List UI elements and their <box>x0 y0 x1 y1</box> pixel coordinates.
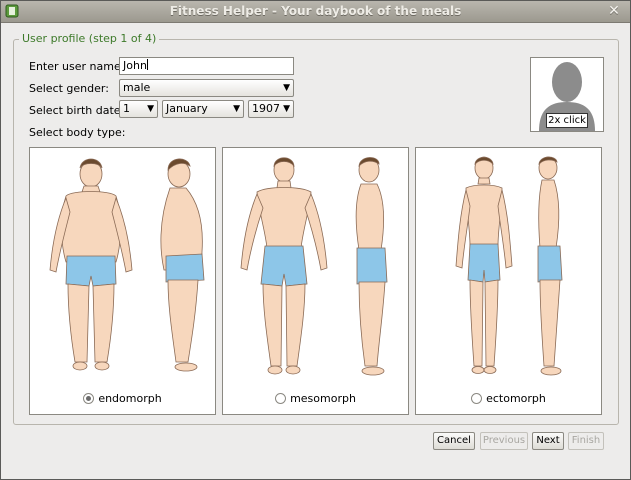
title-bar[interactable]: Fitness Helper - Your daybook of the mea… <box>1 1 630 23</box>
body-type-label-mesomorph: mesomorph <box>290 392 356 405</box>
radio-endomorph[interactable] <box>83 393 95 404</box>
username-label: Enter user name: <box>29 60 125 73</box>
body-type-label-ectomorph: ectomorph <box>486 392 546 405</box>
previous-button[interactable]: Previous <box>480 432 528 450</box>
radio-ectomorph[interactable] <box>471 393 483 404</box>
body-type-label: Select body type: <box>29 126 126 139</box>
chevron-down-icon: ▼ <box>233 104 240 114</box>
mesomorph-figure-icon <box>240 157 388 376</box>
finish-button[interactable]: Finish <box>568 432 604 450</box>
gender-value: male <box>123 81 151 94</box>
chevron-down-icon: ▼ <box>283 104 290 114</box>
radio-mesomorph[interactable] <box>275 393 287 404</box>
ectomorph-figure-icon <box>455 156 563 376</box>
photo-caption: 2x click <box>546 113 588 128</box>
body-type-label-endomorph: endomorph <box>98 392 162 405</box>
radio-row-ectomorph[interactable]: ectomorph <box>416 392 601 405</box>
birth-year-select[interactable]: 1907 ▼ <box>248 100 294 118</box>
gender-select[interactable]: male ▼ <box>119 79 294 97</box>
username-value: John <box>123 59 147 72</box>
radio-row-endomorph[interactable]: endomorph <box>30 392 215 405</box>
group-title: User profile (step 1 of 4) <box>19 32 160 45</box>
birth-month-value: January <box>166 102 208 115</box>
window-title: Fitness Helper - Your daybook of the mea… <box>169 4 462 18</box>
endomorph-figure-icon <box>49 158 205 372</box>
cancel-button[interactable]: Cancel <box>433 432 475 450</box>
user-photo[interactable]: 2x click <box>530 57 604 132</box>
next-button[interactable]: Next <box>532 432 564 450</box>
app-window: Fitness Helper - Your daybook of the mea… <box>0 0 631 480</box>
gender-label: Select gender: <box>29 82 109 95</box>
birth-month-select[interactable]: January ▼ <box>162 100 244 118</box>
chevron-down-icon: ▼ <box>283 83 290 93</box>
body-panel-endomorph[interactable]: endomorph <box>29 147 216 415</box>
body-panel-mesomorph[interactable]: mesomorph <box>222 147 409 415</box>
body-panel-ectomorph[interactable]: ectomorph <box>415 147 602 415</box>
text-caret <box>146 59 148 70</box>
birth-day-value: 1 <box>123 102 130 115</box>
username-input[interactable]: John <box>119 57 294 75</box>
radio-row-mesomorph[interactable]: mesomorph <box>223 392 408 405</box>
birth-year-value: 1907 <box>252 102 280 115</box>
chevron-down-icon: ▼ <box>147 104 154 114</box>
close-icon[interactable]: ✕ <box>606 4 622 20</box>
birth-day-select[interactable]: 1 ▼ <box>119 100 158 118</box>
birth-date-label: Select birth date: <box>29 104 125 117</box>
